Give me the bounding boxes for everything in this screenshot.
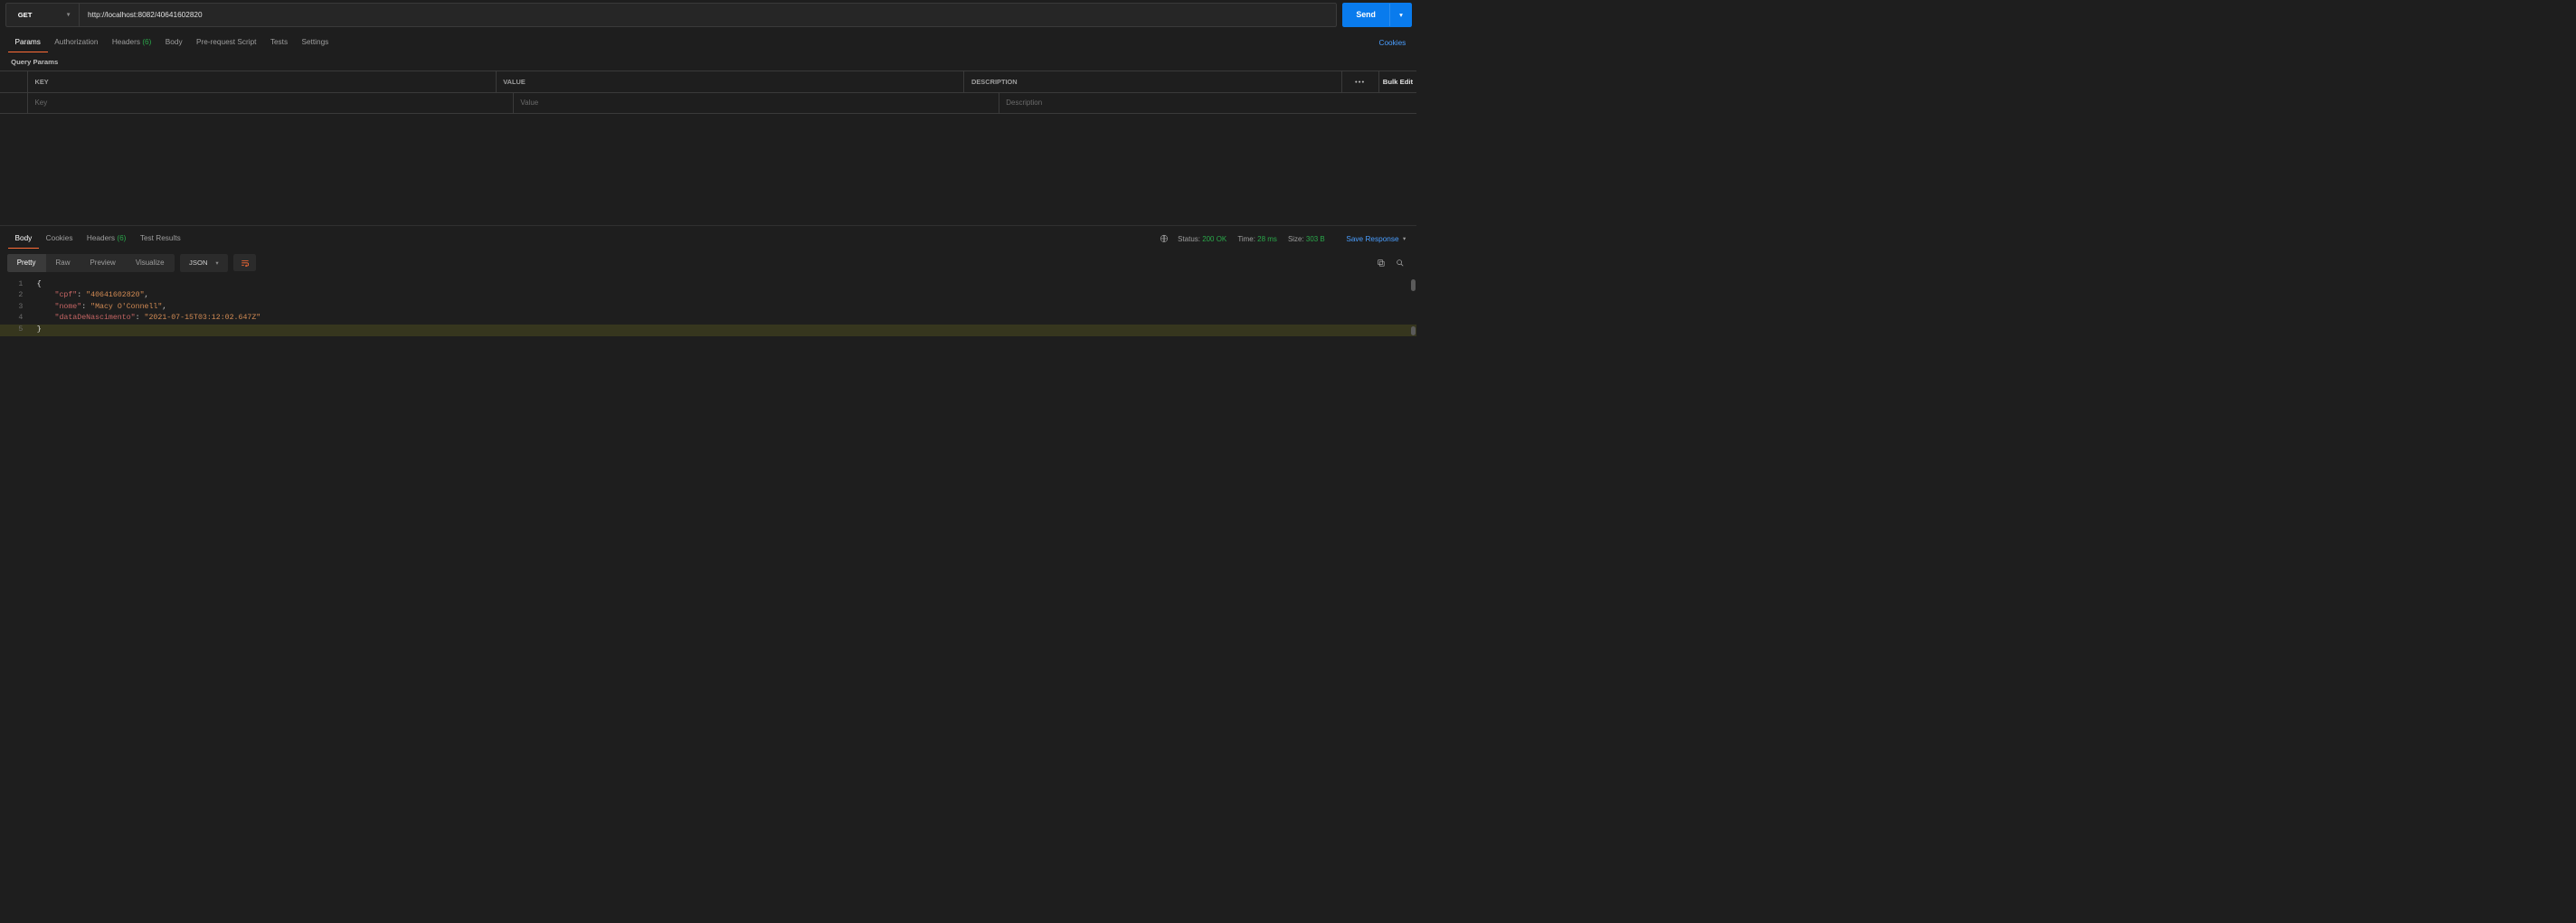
http-method-select[interactable]: GET ▾: [6, 4, 80, 25]
response-body-editor[interactable]: 1 { 2 "cpf": "40641602820", 3 "nome": "M…: [0, 277, 1416, 335]
tab-settings[interactable]: Settings: [295, 33, 336, 52]
send-button[interactable]: Send: [1342, 4, 1389, 26]
send-options-button[interactable]: ▾: [1389, 4, 1412, 25]
http-method-label: GET: [18, 11, 33, 19]
tab-headers-label: Headers: [112, 38, 140, 46]
view-mode-segment: Pretty Raw Preview Visualize: [7, 254, 175, 272]
tab-authorization[interactable]: Authorization: [48, 33, 106, 52]
chevron-down-icon: ▾: [1399, 11, 1403, 19]
status-value: 200 OK: [1202, 235, 1226, 243]
line-number: 1: [0, 279, 37, 291]
tab-params[interactable]: Params: [8, 33, 48, 52]
view-raw-button[interactable]: Raw: [46, 254, 80, 272]
code-token: {: [37, 280, 42, 288]
save-response-button[interactable]: Save Response ▾: [1343, 230, 1409, 248]
param-description-input[interactable]: [1006, 99, 1409, 107]
status-summary: Status: 200 OK Time: 28 ms Size: 303 B: [1174, 230, 1329, 248]
view-pretty-button[interactable]: Pretty: [7, 254, 46, 272]
resp-tab-body[interactable]: Body: [8, 229, 39, 249]
code-value: "40641602820": [86, 291, 144, 299]
query-params-table: KEY VALUE DESCRIPTION ••• Bulk Edit: [0, 71, 1416, 113]
param-value-input[interactable]: [520, 99, 991, 107]
code-value: "Macy O'Connell": [90, 303, 162, 311]
tab-body[interactable]: Body: [158, 33, 189, 52]
time-value: 28 ms: [1257, 235, 1277, 243]
status-label: Status:: [1178, 235, 1200, 243]
col-value: VALUE: [497, 71, 965, 91]
wrap-icon: [241, 259, 250, 267]
size-value: 303 B: [1306, 235, 1325, 243]
code-token: }: [37, 325, 42, 334]
line-number: 5: [0, 325, 37, 336]
line-number: 2: [0, 290, 37, 302]
line-number: 3: [0, 302, 37, 314]
code-key: "dataDeNascimento": [55, 314, 136, 322]
size-label: Size:: [1288, 235, 1304, 243]
code-key: "cpf": [55, 291, 78, 299]
tab-tests[interactable]: Tests: [263, 33, 295, 52]
query-params-heading: Query Params: [0, 52, 1416, 71]
url-input[interactable]: [80, 4, 1336, 25]
wrap-lines-button[interactable]: [233, 254, 256, 271]
globe-icon[interactable]: [1155, 234, 1174, 243]
resp-tab-cookies[interactable]: Cookies: [39, 230, 80, 249]
col-key: KEY: [28, 71, 497, 91]
copy-icon[interactable]: [1372, 259, 1391, 268]
tab-prerequest[interactable]: Pre-request Script: [189, 33, 263, 52]
code-value: "2021-07-15T03:12:02.647Z": [145, 314, 261, 322]
code-key: "nome": [55, 303, 82, 311]
resp-tab-test-results[interactable]: Test Results: [133, 230, 187, 249]
cookies-link[interactable]: Cookies: [1376, 33, 1408, 52]
resp-tab-headers-label: Headers: [87, 234, 115, 242]
more-icon[interactable]: •••: [1355, 78, 1365, 86]
col-description: DESCRIPTION: [964, 71, 1340, 91]
search-icon[interactable]: [1391, 259, 1410, 268]
tab-headers[interactable]: Headers (6): [105, 33, 158, 52]
param-key-input[interactable]: [34, 99, 506, 107]
resp-tab-headers-count: (6): [117, 234, 126, 242]
view-visualize-button[interactable]: Visualize: [126, 254, 175, 272]
table-row: [0, 93, 1416, 114]
chevron-down-icon: ▾: [1403, 235, 1406, 242]
response-format-select[interactable]: JSON ▾: [180, 254, 227, 272]
scrollbar[interactable]: [1410, 277, 1417, 335]
save-response-label: Save Response: [1346, 235, 1398, 243]
response-format-label: JSON: [189, 259, 208, 267]
tab-headers-count: (6): [142, 38, 151, 46]
resp-tab-headers[interactable]: Headers (6): [80, 230, 133, 249]
view-preview-button[interactable]: Preview: [80, 254, 125, 272]
time-label: Time:: [1237, 235, 1255, 243]
bulk-edit-button[interactable]: Bulk Edit: [1378, 71, 1417, 91]
chevron-down-icon: ▾: [67, 11, 70, 18]
chevron-down-icon: ▾: [215, 259, 218, 267]
line-number: 4: [0, 313, 37, 325]
